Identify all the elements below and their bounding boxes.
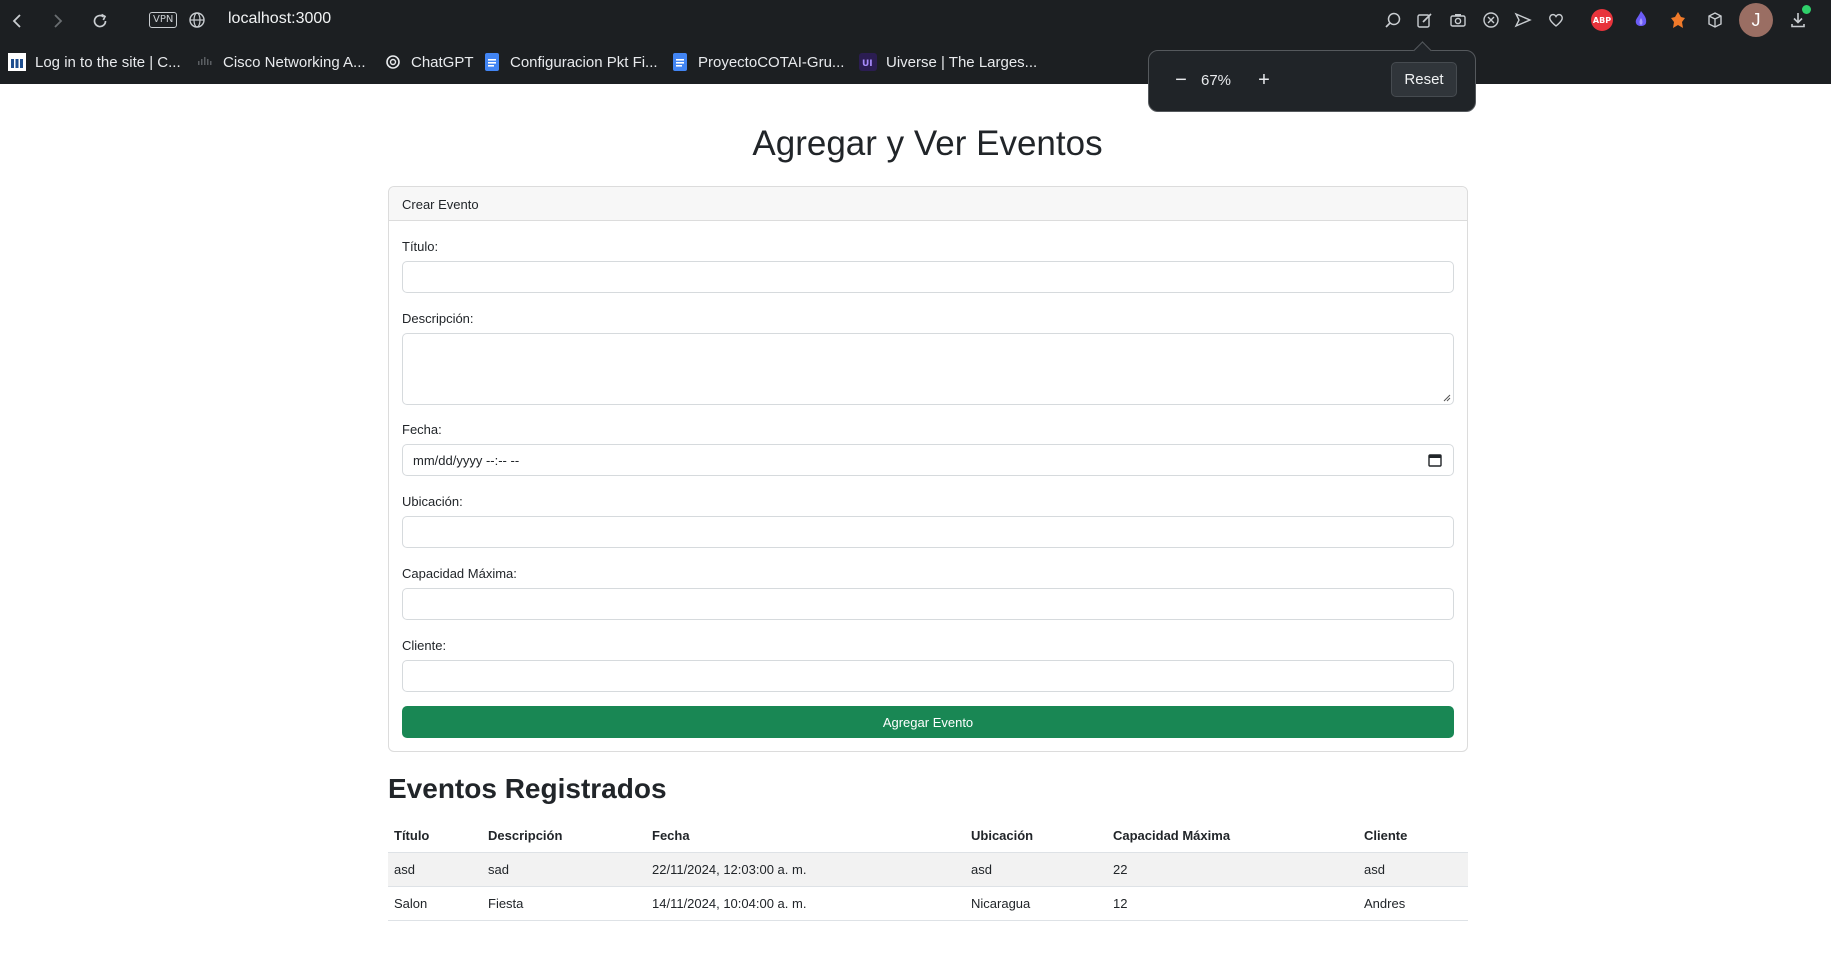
cliente-label: Cliente:	[402, 638, 447, 653]
column-header: Ubicación	[965, 820, 1107, 853]
table-cell: 22/11/2024, 12:03:00 a. m.	[646, 852, 965, 887]
column-header: Fecha	[646, 820, 965, 853]
camera-icon[interactable]	[1447, 9, 1469, 31]
events-section-title: Eventos Registrados	[388, 773, 667, 804]
table-row: Salon Fiesta 14/11/2024, 10:04:00 a. m. …	[388, 886, 1468, 921]
send-icon[interactable]	[1512, 9, 1534, 31]
flame-extension-icon[interactable]	[1630, 9, 1652, 31]
zoom-in-button[interactable]: +	[1252, 68, 1276, 92]
ubicacion-label: Ubicación:	[402, 494, 463, 509]
fox-extension-icon[interactable]	[1667, 9, 1689, 31]
capacidad-input[interactable]	[402, 588, 1454, 620]
ubicacion-input[interactable]	[402, 516, 1454, 548]
descripcion-textarea[interactable]	[402, 333, 1454, 405]
svg-text:UI: UI	[862, 59, 873, 69]
bookmark-label: Log in to the site | C...	[35, 53, 181, 71]
descripcion-label: Descripción:	[402, 311, 474, 326]
bookmark-uiverse[interactable]: UI Uiverse | The Larges...	[859, 51, 1037, 73]
uiverse-icon: UI	[859, 53, 877, 71]
fecha-placeholder: mm/dd/yyyy --:-- --	[413, 453, 520, 468]
adblock-icon[interactable]: ABP	[1591, 9, 1613, 31]
profile-avatar[interactable]: J	[1739, 3, 1773, 37]
google-docs-icon	[671, 53, 689, 71]
table-cell: sad	[482, 852, 646, 887]
capacidad-label: Capacidad Máxima:	[402, 566, 517, 581]
reload-icon[interactable]	[87, 8, 113, 34]
table-cell: 14/11/2024, 10:04:00 a. m.	[646, 886, 965, 921]
bookmark-chatgpt[interactable]: ChatGPT	[384, 51, 474, 73]
table-cell: asd	[1358, 852, 1468, 887]
heart-icon[interactable]	[1545, 9, 1567, 31]
forward-icon[interactable]	[44, 8, 70, 34]
table-cell: asd	[388, 852, 482, 887]
bookmark-moodle[interactable]: Log in to the site | C...	[8, 51, 181, 73]
zoom-reset-button[interactable]: Reset	[1391, 62, 1457, 97]
table-cell: Fiesta	[482, 886, 646, 921]
cliente-input[interactable]	[402, 660, 1454, 692]
edit-icon[interactable]	[1414, 9, 1436, 31]
card-header: Crear Evento	[389, 187, 1467, 221]
column-header: Título	[388, 820, 482, 853]
table-cell: Nicaragua	[965, 886, 1107, 921]
table-header-row: Título Descripción Fecha Ubicación Capac…	[388, 820, 1468, 853]
browser-toolbar: VPN localhost:3000 ABP J	[0, 0, 1831, 41]
cisco-icon	[196, 53, 214, 71]
extensions-cube-icon[interactable]	[1704, 9, 1726, 31]
address-bar[interactable]: localhost:3000	[228, 10, 331, 28]
page-title: Agregar y Ver Eventos	[752, 124, 1103, 163]
agregar-evento-button[interactable]: Agregar Evento	[402, 706, 1454, 738]
column-header: Capacidad Máxima	[1107, 820, 1358, 853]
resize-grip-icon[interactable]	[1442, 393, 1451, 402]
bookmark-label: ChatGPT	[411, 53, 474, 71]
chatgpt-icon	[384, 53, 402, 71]
zoom-out-button[interactable]: −	[1169, 68, 1193, 92]
download-status-dot	[1802, 5, 1811, 14]
bookmark-configuracion[interactable]: Configuracion Pkt Fi...	[483, 51, 658, 73]
table-cell: Salon	[388, 886, 482, 921]
titulo-label: Título:	[402, 239, 439, 254]
globe-icon[interactable]	[188, 11, 206, 29]
table-row: asd sad 22/11/2024, 12:03:00 a. m. asd 2…	[388, 852, 1468, 887]
bookmark-cisco[interactable]: Cisco Networking A...	[196, 51, 366, 73]
close-circle-icon[interactable]	[1480, 9, 1502, 31]
calendar-icon[interactable]	[1428, 453, 1442, 467]
bookmarks-bar: Log in to the site | C... Cisco Networki…	[0, 41, 1831, 84]
column-header: Cliente	[1358, 820, 1468, 853]
bookmark-proyecto[interactable]: ProyectoCOTAI-Gru...	[671, 51, 844, 73]
back-icon[interactable]	[5, 8, 31, 34]
google-docs-icon	[483, 53, 501, 71]
table-cell: 22	[1107, 852, 1358, 887]
vpn-badge[interactable]: VPN	[149, 12, 178, 28]
zoom-level: 67%	[1201, 72, 1232, 89]
titulo-input[interactable]	[402, 261, 1454, 293]
column-header: Descripción	[482, 820, 646, 853]
bookmark-label: Uiverse | The Larges...	[886, 53, 1038, 71]
create-event-card: Crear Evento Título: Descripción: Fecha:…	[388, 186, 1468, 752]
bookmark-label: Configuracion Pkt Fi...	[510, 53, 658, 71]
table-cell: 12	[1107, 886, 1358, 921]
moodle-icon	[8, 53, 26, 71]
table-cell: Andres	[1358, 886, 1468, 921]
zoom-popup: − 67% + Reset	[1148, 50, 1476, 112]
bookmark-label: Cisco Networking A...	[223, 53, 366, 71]
events-table: Título Descripción Fecha Ubicación Capac…	[388, 820, 1468, 921]
table-cell: asd	[965, 852, 1107, 887]
fecha-input[interactable]: mm/dd/yyyy --:-- --	[402, 444, 1454, 476]
fecha-label: Fecha:	[402, 422, 442, 437]
bookmark-label: ProyectoCOTAI-Gru...	[698, 53, 845, 71]
zoom-search-icon[interactable]	[1382, 9, 1404, 31]
